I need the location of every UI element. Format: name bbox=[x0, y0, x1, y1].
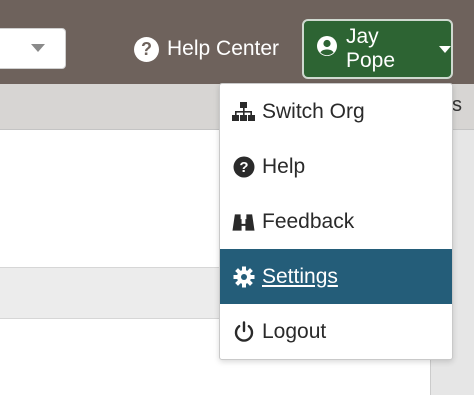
user-menu-button[interactable]: Jay Pope bbox=[302, 19, 453, 79]
menu-item-label: Help bbox=[262, 154, 306, 178]
help-center-label: Help Center bbox=[167, 37, 280, 60]
menu-item-label: Settings bbox=[262, 264, 338, 288]
question-circle-icon: ? bbox=[134, 36, 159, 62]
menu-item-label: Switch Org bbox=[262, 99, 365, 123]
menu-item-settings[interactable]: Settings bbox=[220, 249, 452, 304]
user-name: Jay Pope bbox=[346, 25, 396, 72]
menu-item-label: Feedback bbox=[262, 209, 355, 233]
question-circle-icon: ? bbox=[232, 155, 255, 178]
caret-down-icon bbox=[439, 45, 451, 53]
menu-item-feedback[interactable]: Feedback bbox=[220, 194, 452, 249]
gear-icon bbox=[232, 265, 255, 288]
user-dropdown-menu: Switch Org ? Help Feedback Settings Logo… bbox=[219, 83, 453, 360]
menu-item-help[interactable]: ? Help bbox=[220, 139, 452, 194]
subbar-partial-label: s bbox=[452, 94, 462, 116]
org-select[interactable] bbox=[0, 28, 66, 69]
user-circle-icon bbox=[316, 35, 338, 63]
menu-item-label: Logout bbox=[262, 319, 327, 343]
top-navigation-bar: ? Help Center Jay Pope bbox=[0, 0, 474, 84]
binoculars-icon bbox=[232, 210, 255, 233]
menu-item-logout[interactable]: Logout bbox=[220, 304, 452, 359]
chevron-down-icon bbox=[31, 44, 45, 52]
power-icon bbox=[232, 320, 255, 343]
sitemap-icon bbox=[232, 100, 255, 123]
help-center-link[interactable]: ? Help Center bbox=[134, 35, 279, 63]
svg-text:?: ? bbox=[239, 159, 248, 176]
menu-item-switch-org[interactable]: Switch Org bbox=[220, 84, 452, 139]
